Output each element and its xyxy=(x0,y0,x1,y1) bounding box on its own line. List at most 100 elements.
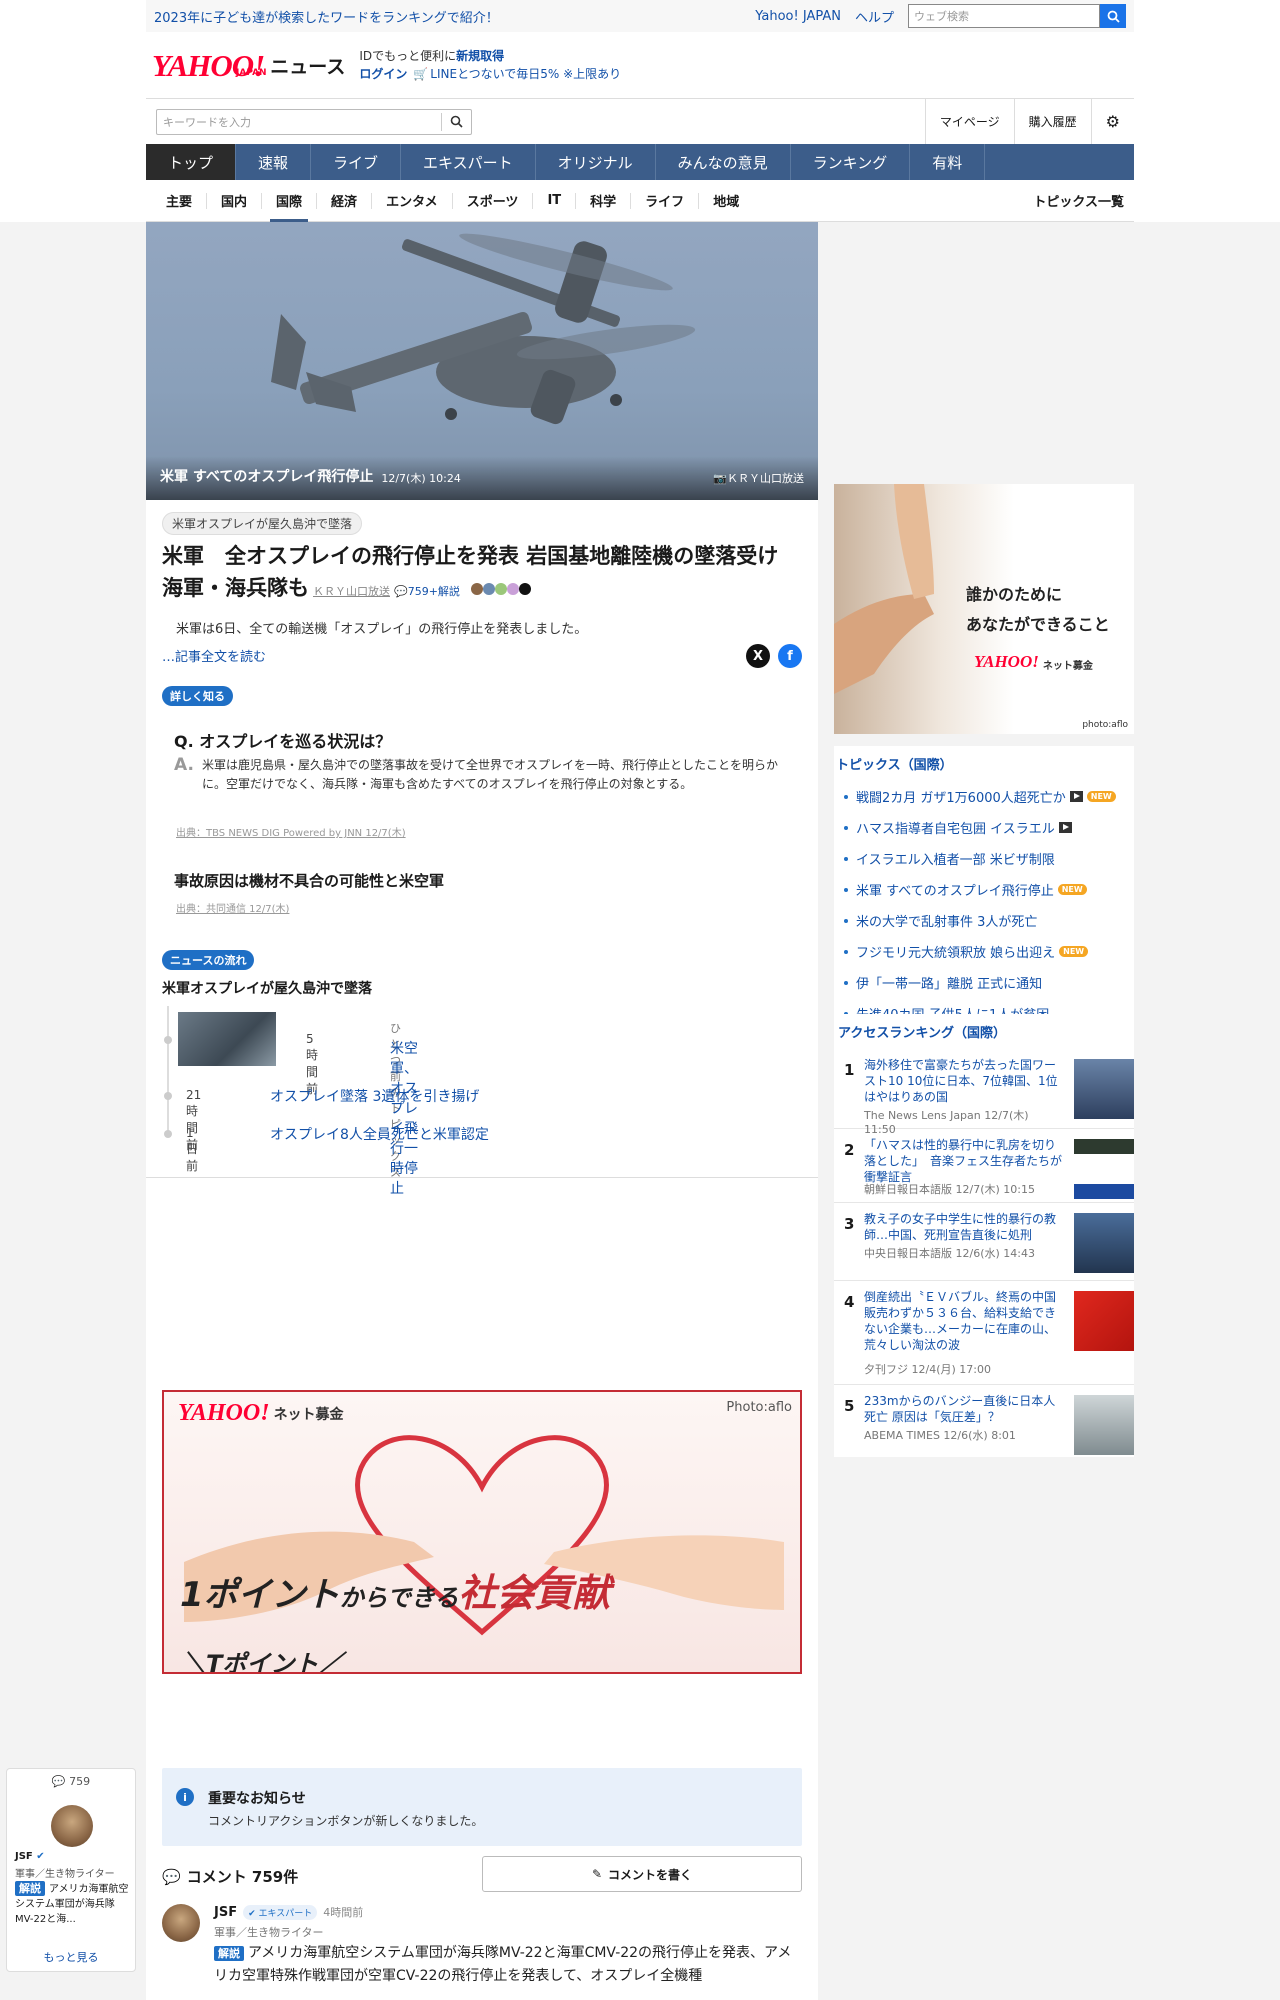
sub-nav-domestic[interactable]: 国内 xyxy=(207,192,263,210)
avatar[interactable] xyxy=(162,1904,200,1942)
rank-thumbnail xyxy=(1074,1059,1134,1119)
sub-nav-world[interactable]: 国際 xyxy=(262,192,318,222)
rank-title: 233mからのバンジー直後に日本人死亡 原因は「気圧差」？ xyxy=(864,1394,1056,1424)
web-search: ウェブ検索 xyxy=(908,4,1126,28)
timeline-line xyxy=(167,1006,169,1136)
main-nav-top[interactable]: トップ xyxy=(146,144,237,180)
main-nav-ranking[interactable]: ランキング xyxy=(791,144,911,180)
sub-nav-it[interactable]: IT xyxy=(533,192,577,209)
ranking-item[interactable]: 2 「ハマスは性的暴行中に乳房を切り落とした」 音楽フェス生存者たちが衝撃証言 … xyxy=(834,1129,1134,1203)
topic-item[interactable]: 米の大学で乱射事件 3人が死亡 xyxy=(834,905,1134,936)
side-ad-banner[interactable]: 誰かのために あなたができること YAHOO! ネット募金 photo:aflo xyxy=(834,484,1134,734)
flow-link[interactable]: オスプレイ墜落 3遺体を引き揚げ xyxy=(270,1086,479,1106)
flow-label: ニュースの流れ xyxy=(162,950,255,970)
ranking-title[interactable]: アクセスランキング（国際） xyxy=(834,1014,1134,1049)
hero-image[interactable]: 米軍 すべてのオスプレイ飛行停止 12/7(木) 10:24 📷ＫＲＹ山口放送 xyxy=(146,222,818,500)
fact-credit[interactable]: 出典：共同通信 12/7(木) xyxy=(176,900,289,915)
read-full-article-link[interactable]: …記事全文を読む xyxy=(162,646,266,665)
commenter-name[interactable]: JSF xyxy=(214,1905,237,1920)
comment-text: アメリカ海軍航空システム軍団が海兵隊MV-22と海軍CMV-22の飛行停止を発表… xyxy=(214,1945,792,1984)
article-headline[interactable]: 米軍 全オスプレイの飛行停止を発表 岩国基地離陸機の墜落受け 海軍・海兵隊も ＫＲ… xyxy=(162,540,802,608)
topic-text: 戦闘2カ月 ガザ1万6000人超死亡か xyxy=(856,791,1066,806)
qa-question: Q. オスプレイを巡る状況は？ xyxy=(174,732,392,751)
x-icon: X xyxy=(752,648,764,664)
notice-body[interactable]: コメントリアクションボタンが新しくなりました。 xyxy=(208,1812,483,1829)
topic-item[interactable]: フジモリ元大統領釈放 娘ら出迎え NEW xyxy=(834,936,1134,967)
topic-item[interactable]: 米軍 すべてのオスプレイ飛行停止 NEW xyxy=(834,874,1134,905)
yahoo-japan-link[interactable]: Yahoo! JAPAN xyxy=(755,9,841,24)
sub-nav-local[interactable]: 地域 xyxy=(699,193,753,210)
signup-link[interactable]: 新規取得 xyxy=(456,49,504,63)
sub-nav-business[interactable]: 経済 xyxy=(317,192,373,210)
rank-thumbnail xyxy=(1074,1139,1134,1199)
rank-thumbnail xyxy=(1074,1213,1134,1273)
topic-tag[interactable]: 米軍オスプレイが屋久島沖で墜落 xyxy=(162,512,363,535)
ranking-item[interactable]: 5 233mからのバンジー直後に日本人死亡 原因は「気圧差」？ ABEMA TI… xyxy=(834,1385,1134,1457)
ranking-item[interactable]: 1 海外移住で富豪たちが去った国ワースト10 10位に日本、7位韓国、1位はやは… xyxy=(834,1049,1134,1136)
answer-credit[interactable]: 出典：TBS NEWS DIG Powered by JNN 12/7(木) xyxy=(176,824,406,839)
settings-button[interactable]: ⚙ xyxy=(1090,98,1134,145)
floating-expert-comment[interactable]: 💬 759 JSF ✔ 軍事／生き物ライター 解説 アメリカ海軍航空システム軍団が… xyxy=(6,1768,136,1972)
promo-link[interactable]: 2023年に子ども達が検索したワードをランキングで紹介！ xyxy=(154,7,755,26)
rank-title: 海外移住で富豪たちが去った国ワースト10 10位に日本、7位韓国、1位はやはりあ… xyxy=(864,1058,1058,1104)
ranking-item[interactable]: 3 教え子の女子中学生に性的暴行の教師…中国、死刑宣告直後に処刑 中央日報日本語… xyxy=(834,1203,1134,1281)
divider xyxy=(146,1177,818,1178)
main-nav: トップ 速報 ライブ エキスパート オリジナル みんなの意見 ランキング 有料 xyxy=(146,144,1134,180)
share-x-button[interactable]: X xyxy=(746,644,770,668)
keyword-search-button[interactable] xyxy=(441,112,471,131)
flow-link[interactable]: オスプレイ8人全員死亡と米軍認定 xyxy=(270,1124,489,1144)
sub-nav-main[interactable]: 主要 xyxy=(152,192,208,210)
topic-item[interactable]: 伊「一帯一路」離脱 正式に通知 xyxy=(834,967,1134,998)
keyword-input[interactable]: キーワードを入力 xyxy=(157,114,441,130)
answer-text: 米軍は鹿児島県・屋久島沖での墜落事故を受けて全世界でオスプレイを一時、飛行停止と… xyxy=(201,758,778,791)
web-search-input[interactable]: ウェブ検索 xyxy=(908,4,1100,28)
info-icon: i xyxy=(176,1788,194,1806)
flow-time: 1日前 xyxy=(186,1126,199,1173)
sub-nav-entertainment[interactable]: エンタメ xyxy=(372,192,453,210)
sub-nav-science[interactable]: 科学 xyxy=(576,192,632,210)
topic-item[interactable]: 戦闘2カ月 ガザ1万6000人超死亡か NEW xyxy=(834,781,1134,812)
web-search-button[interactable] xyxy=(1100,4,1126,28)
login-link[interactable]: ログイン xyxy=(359,67,407,81)
float-text: 解説 アメリカ海軍航空システム軍団が海兵隊MV-22と海... xyxy=(15,1881,133,1927)
main-column: 米軍 すべてのオスプレイ飛行停止 12/7(木) 10:24 📷ＫＲＹ山口放送 … xyxy=(146,222,818,2000)
topics-title[interactable]: トピックス（国際） xyxy=(834,746,1134,781)
main-nav-live[interactable]: ライブ xyxy=(311,144,402,180)
rank-title: 倒産続出〝ＥＶバブル〟終焉の中国 販売わずか５３６台、給料支給できない企業も…メ… xyxy=(864,1290,1069,1352)
topic-item[interactable]: ハマス指導者自宅包囲 イスラエル xyxy=(834,812,1134,843)
main-nav-opinion[interactable]: みんなの意見 xyxy=(656,144,791,180)
topic-text: 米軍 すべてのオスプレイ飛行停止 xyxy=(856,884,1054,899)
id-promo-text: IDでもっと便利に xyxy=(359,49,457,63)
share-facebook-button[interactable]: f xyxy=(778,644,802,668)
sub-nav-sports[interactable]: スポーツ xyxy=(453,192,534,210)
see-more-link[interactable]: もっと見る xyxy=(7,1949,135,1965)
ad-line2: あなたができること xyxy=(966,615,1110,634)
topics-list-link[interactable]: トピックス一覧 xyxy=(1033,191,1134,210)
rank-thumbnail xyxy=(1074,1395,1134,1455)
search-icon xyxy=(1107,10,1120,23)
topic-item[interactable]: イスラエル入植者一部 米ビザ制限 xyxy=(834,843,1134,874)
flow-title: 米軍オスプレイが屋久島沖で墜落 xyxy=(162,981,372,997)
topic-text: ハマス指導者自宅包囲 イスラエル xyxy=(856,822,1055,837)
main-nav-expert[interactable]: エキスパート xyxy=(401,144,536,180)
help-link[interactable]: ヘルプ xyxy=(855,7,894,26)
mypage-link[interactable]: マイページ xyxy=(924,98,1014,145)
main-nav-original[interactable]: オリジナル xyxy=(536,144,656,180)
main-nav-breaking[interactable]: 速報 xyxy=(236,144,312,180)
article-comment-count[interactable]: 759+解説 xyxy=(408,585,460,598)
flow-link[interactable]: 米空軍、オスプレイ飛行一時停止 xyxy=(390,1038,418,1198)
ad-line1: 誰かのために xyxy=(966,585,1063,604)
ranking-item[interactable]: 4 倒産続出〝ＥＶバブル〟終焉の中国 販売わずか５３６台、給料支給できない企業も… xyxy=(834,1281,1134,1385)
purchase-history-link[interactable]: 購入履歴 xyxy=(1013,98,1091,145)
line-promo-link[interactable]: LINEとつないで毎日5% ※上限あり xyxy=(430,67,621,81)
comment-body: 解説 アメリカ海軍航空システム軍団が海兵隊MV-22と海軍CMV-22の飛行停止を… xyxy=(214,1942,804,1987)
keyword-search: キーワードを入力 xyxy=(156,108,472,135)
donation-banner[interactable]: YAHOO! ネット募金 Photo:aflo ＼Tポイント／ xyxy=(162,1390,802,1674)
article-source[interactable]: ＫＲＹ山口放送 xyxy=(313,585,390,598)
rank-source: 夕刊フジ 12/4(月) 17:00 xyxy=(864,1363,991,1376)
write-comment-button[interactable]: ✎ コメントを書く xyxy=(482,1856,802,1892)
sub-nav-life[interactable]: ライフ xyxy=(631,192,700,210)
main-nav-paid[interactable]: 有料 xyxy=(910,144,986,180)
cart-icon: 🛒 xyxy=(413,67,429,81)
video-icon xyxy=(1058,822,1072,833)
